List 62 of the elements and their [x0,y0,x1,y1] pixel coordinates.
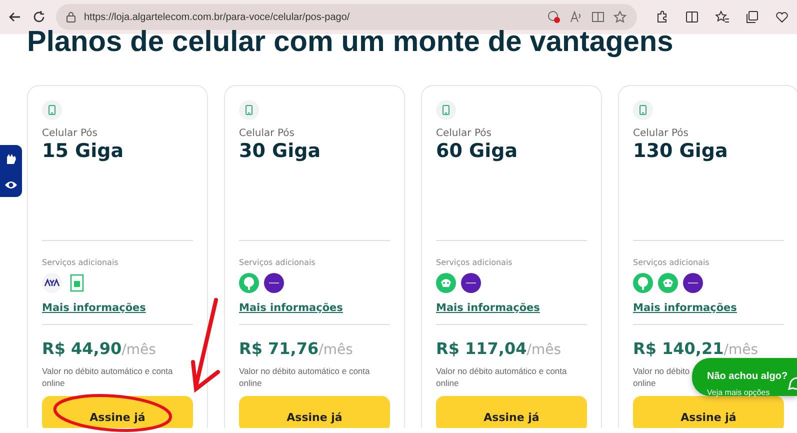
price-period: /mês [526,342,562,358]
price-value: R$ 71,76 [239,338,319,358]
payment-note: online [436,377,459,390]
subscribe-button[interactable]: Assine já [436,396,587,428]
more-info-link[interactable]: Mais informações [436,300,540,316]
services-label: Serviços adicionais [42,256,120,269]
phone-icon [436,100,456,120]
payment-note: online [239,377,262,390]
face-outline-icon [658,272,678,293]
plan-category: Celular Pós [42,126,98,141]
url-text: https://loja.algartelecom.com.br/para-voce/celular/pos-pago/ [84,10,351,24]
split-screen-icon[interactable] [685,10,699,24]
price-value: R$ 140,21 [633,338,724,358]
leaf-icon [239,272,259,293]
leaf-icon [633,272,653,293]
phone-icon [239,100,259,120]
services-label: Serviços adicionais [633,256,710,269]
address-bar[interactable]: https://loja.algartelecom.com.br/para-voce/celular/pos-pago/ [56,4,637,30]
subscribe-button[interactable]: Assine já [239,396,390,428]
price-value: R$ 44,90 [42,338,122,358]
favorites-icon[interactable] [715,10,729,24]
chat-title: Não achou algo? [707,370,788,384]
face-outline-icon [436,272,456,293]
star-icon[interactable] [613,10,627,24]
chat-subtitle: Veja mais opções [707,387,771,399]
subscribe-button[interactable]: Assine já [633,396,784,428]
price-period: /mês [318,342,353,358]
whatsapp-icon[interactable] [787,376,797,392]
phone-icon [633,100,653,120]
tracking-icon[interactable] [547,10,561,24]
services-label: Serviços adicionais [436,256,514,269]
plan-category: Celular Pós [436,126,492,141]
payment-note: Valor no débito automático e conta [42,364,173,378]
payment-note: Valor no débito [633,364,690,378]
price-value: R$ 117,04 [436,338,527,358]
price-period: /mês [122,342,156,358]
more-info-link[interactable]: Mais informações [633,300,737,316]
collections-icon[interactable] [745,10,759,24]
reader-icon[interactable] [591,10,605,24]
plan-category: Celular Pós [633,126,690,141]
read-aloud-icon[interactable] [569,10,583,24]
plan-name: 130 Giga [633,140,729,162]
lock-icon [66,11,76,23]
heart-icon[interactable] [775,10,789,24]
payment-note: online [42,377,65,390]
refresh-icon[interactable] [32,10,46,24]
payment-note: online [633,377,656,390]
eye-icon[interactable] [4,180,18,190]
payment-note: Valor no débito automático e conta [436,364,567,378]
services-label: Serviços adicionais [239,256,316,269]
more-info-link[interactable]: Mais informações [42,300,146,316]
aya-logo-icon [42,272,62,293]
plan-name: 15 Giga [42,140,125,162]
payment-note: Valor no débito automático e conta [239,364,370,378]
phone-icon [42,100,62,120]
more-info-link[interactable]: Mais informações [239,300,343,316]
price-period: /mês [724,342,758,358]
back-icon[interactable] [8,10,22,24]
plan-name: 60 Giga [436,140,519,162]
plan-name: 30 Giga [239,140,322,162]
extensions-icon[interactable] [655,10,669,24]
plan-category: Celular Pós [239,126,296,141]
